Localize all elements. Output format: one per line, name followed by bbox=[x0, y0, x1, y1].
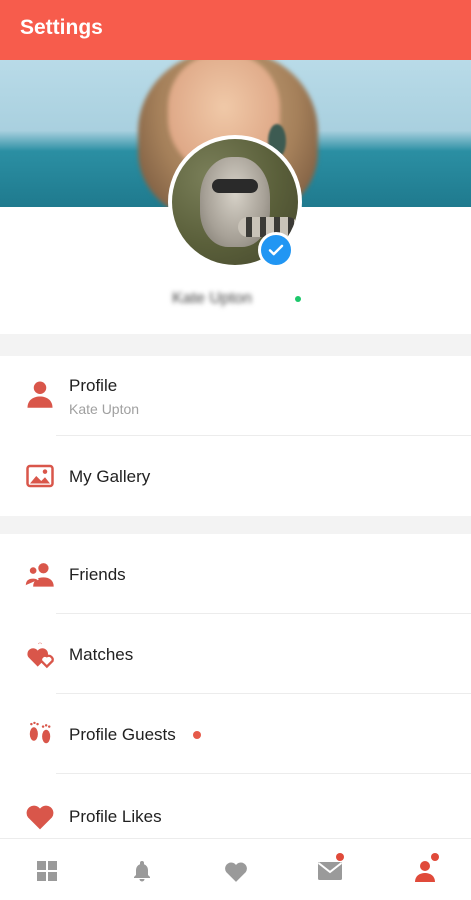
online-status-icon bbox=[295, 296, 301, 302]
new-guests-indicator bbox=[193, 731, 201, 739]
menu-item-sublabel: Kate Upton bbox=[69, 401, 140, 417]
section-divider bbox=[0, 334, 471, 356]
bottom-navigation bbox=[0, 838, 471, 900]
menu-item-profile-likes[interactable]: Profile Likes bbox=[0, 774, 471, 838]
menu-item-label: Friends bbox=[69, 565, 126, 584]
heart-icon bbox=[225, 862, 247, 882]
footprints-icon bbox=[24, 718, 56, 750]
menu-item-profile[interactable]: Profile Kate Upton bbox=[0, 356, 471, 436]
heart-icon bbox=[24, 800, 56, 832]
menu-item-profile-guests[interactable]: Profile Guests bbox=[0, 694, 471, 774]
person-icon bbox=[24, 378, 56, 410]
page-title: Settings bbox=[20, 16, 103, 39]
tab-grid[interactable] bbox=[27, 851, 67, 891]
menu-item-label: My Gallery bbox=[69, 467, 151, 486]
menu-item-label: Profile bbox=[69, 376, 118, 395]
bell-icon bbox=[134, 861, 150, 882]
menu-item-matches[interactable]: Matches bbox=[0, 614, 471, 694]
verified-badge-icon bbox=[258, 232, 294, 268]
person-icon bbox=[415, 861, 435, 882]
profile-name: Kate Upton bbox=[172, 290, 253, 307]
grid-icon bbox=[37, 861, 57, 881]
menu-item-label: Profile Likes bbox=[69, 807, 162, 826]
tab-profile[interactable] bbox=[405, 851, 445, 891]
gallery-icon bbox=[24, 460, 56, 492]
tab-messages[interactable] bbox=[310, 851, 350, 891]
tab-likes[interactable] bbox=[216, 851, 256, 891]
menu-item-gallery[interactable]: My Gallery bbox=[0, 436, 471, 516]
section-divider bbox=[0, 516, 471, 534]
tab-notifications[interactable] bbox=[122, 851, 162, 891]
raccoon-mask bbox=[212, 179, 258, 193]
friends-icon bbox=[24, 558, 56, 590]
menu-item-friends[interactable]: Friends bbox=[0, 534, 471, 614]
messages-badge bbox=[336, 853, 344, 861]
menu-item-label: Profile Guests bbox=[69, 725, 176, 744]
app-bar: Settings bbox=[0, 0, 471, 60]
mail-icon bbox=[317, 862, 343, 880]
matches-icon bbox=[24, 638, 56, 670]
profile-badge bbox=[431, 853, 439, 861]
menu-item-label: Matches bbox=[69, 645, 134, 664]
